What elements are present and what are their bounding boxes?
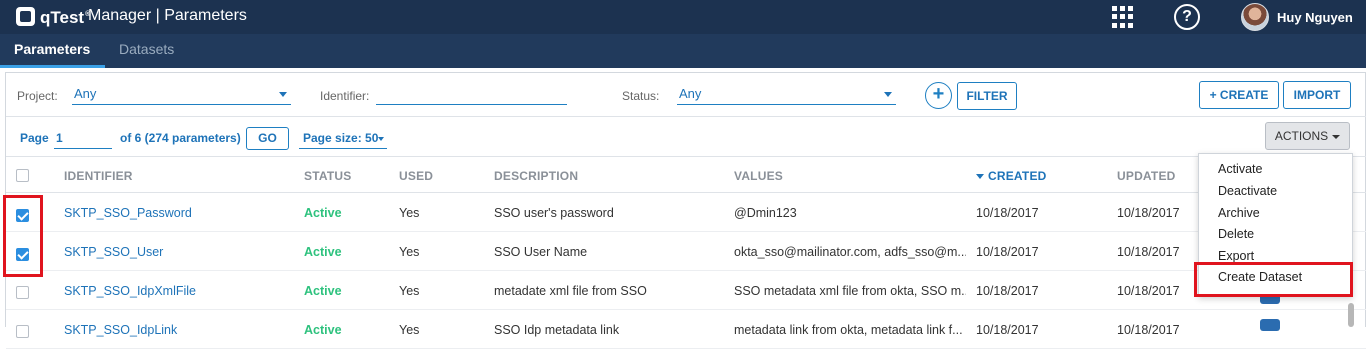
vertical-scrollbar[interactable]: [1348, 303, 1354, 327]
page-label: Page: [20, 131, 49, 145]
created-date: 10/18/2017: [976, 284, 1039, 298]
values-text: @Dmin123: [734, 206, 797, 220]
column-used[interactable]: USED: [399, 169, 433, 183]
user-name[interactable]: Huy Nguyen: [1277, 10, 1353, 25]
status-text: Active: [304, 284, 342, 298]
help-icon[interactable]: ?: [1174, 4, 1200, 30]
actions-button[interactable]: ACTIONS: [1265, 122, 1350, 150]
table-row[interactable]: SKTP_SSO_User Active Yes SSO User Name o…: [6, 233, 1366, 271]
status-text: Active: [304, 245, 342, 259]
updated-date: 10/18/2017: [1117, 323, 1180, 337]
go-button[interactable]: GO: [246, 127, 289, 150]
select-all-checkbox[interactable]: [16, 169, 29, 182]
page-number-input[interactable]: 1: [54, 129, 112, 149]
status-text: Active: [304, 206, 342, 220]
row-checkbox[interactable]: [16, 286, 29, 299]
filter-bar: Project: Any Identifier: Status: Any + F…: [6, 73, 1366, 117]
values-text: SSO metadata xml file from okta, SSO m..…: [734, 284, 966, 298]
updated-date: 10/18/2017: [1117, 206, 1180, 220]
identifier-link[interactable]: SKTP_SSO_User: [64, 245, 294, 259]
identifier-label: Identifier:: [320, 89, 370, 103]
identifier-link[interactable]: SKTP_SSO_Password: [64, 206, 294, 220]
project-select[interactable]: Any: [72, 85, 291, 105]
column-created[interactable]: CREATED: [976, 169, 1047, 183]
menu-item-deactivate[interactable]: Deactivate: [1218, 184, 1277, 198]
table-row[interactable]: SKTP_SSO_IdpXmlFile Active Yes metadate …: [6, 272, 1366, 310]
created-date: 10/18/2017: [976, 245, 1039, 259]
status-label: Status:: [622, 89, 660, 103]
menu-item-archive[interactable]: Archive: [1218, 206, 1260, 220]
used-text: Yes: [399, 284, 420, 298]
description-text: metadate xml file from SSO: [494, 284, 647, 298]
identifier-link[interactable]: SKTP_SSO_IdpLink: [64, 323, 294, 337]
table-row[interactable]: SKTP_SSO_IdpLink Active Yes SSO Idp meta…: [6, 311, 1366, 349]
tab-parameters[interactable]: Parameters: [0, 34, 105, 68]
sort-desc-icon: [976, 174, 984, 180]
page-count-text: of 6 (274 parameters): [120, 131, 241, 145]
tab-datasets[interactable]: Datasets: [119, 34, 174, 68]
avatar[interactable]: [1241, 3, 1269, 31]
values-text: okta_sso@mailinator.com, adfs_sso@m...: [734, 245, 966, 259]
checkbox-highlight-box: [3, 195, 43, 277]
description-text: SSO user's password: [494, 206, 614, 220]
table-header: IDENTIFIER STATUS USED DESCRIPTION VALUE…: [6, 157, 1366, 193]
parameters-panel: Project: Any Identifier: Status: Any + F…: [5, 72, 1366, 349]
values-text: metadata link from okta, metadata link f…: [734, 323, 963, 337]
brand-name[interactable]: qTest®: [40, 8, 90, 28]
menu-item-activate[interactable]: Activate: [1218, 162, 1262, 176]
qtest-logo-icon[interactable]: [16, 7, 35, 26]
status-text: Active: [304, 323, 342, 337]
paging-bar: Page 1 of 6 (274 parameters) GO Page siz…: [6, 117, 1366, 157]
used-text: Yes: [399, 245, 420, 259]
column-description[interactable]: DESCRIPTION: [494, 169, 578, 183]
chevron-down-icon: [1332, 134, 1341, 139]
column-values[interactable]: VALUES: [734, 169, 783, 183]
top-bar: qTest® Manager | Parameters ? Huy Nguyen: [0, 0, 1366, 34]
row-action-badge[interactable]: [1260, 319, 1280, 331]
chevron-down-icon: [884, 92, 892, 97]
column-identifier[interactable]: IDENTIFIER: [64, 169, 133, 183]
column-updated[interactable]: UPDATED: [1117, 169, 1176, 183]
column-status[interactable]: STATUS: [304, 169, 351, 183]
created-date: 10/18/2017: [976, 206, 1039, 220]
description-text: SSO Idp metadata link: [494, 323, 620, 337]
sub-navigation: Parameters Datasets: [0, 34, 1366, 68]
identifier-link[interactable]: SKTP_SSO_IdpXmlFile: [64, 284, 294, 298]
import-button[interactable]: IMPORT: [1283, 81, 1351, 109]
updated-date: 10/18/2017: [1117, 284, 1180, 298]
created-date: 10/18/2017: [976, 323, 1039, 337]
project-label: Project:: [17, 89, 58, 103]
apps-grid-icon[interactable]: [1112, 6, 1134, 28]
page-size-select[interactable]: Page size: 50: [299, 129, 387, 149]
create-button[interactable]: + CREATE: [1199, 81, 1279, 109]
status-select[interactable]: Any: [677, 85, 896, 105]
used-text: Yes: [399, 323, 420, 337]
filter-button[interactable]: FILTER: [957, 82, 1017, 110]
updated-date: 10/18/2017: [1117, 245, 1180, 259]
menu-item-delete[interactable]: Delete: [1218, 227, 1254, 241]
chevron-down-icon: [378, 137, 384, 141]
chevron-down-icon: [279, 92, 287, 97]
description-text: SSO User Name: [494, 245, 588, 259]
add-filter-icon[interactable]: +: [925, 82, 952, 109]
create-dataset-highlight-box: [1194, 262, 1353, 297]
used-text: Yes: [399, 206, 420, 220]
menu-item-export[interactable]: Export: [1218, 249, 1254, 263]
identifier-input[interactable]: [376, 85, 567, 105]
app-title: Manager | Parameters: [88, 7, 247, 24]
table-row[interactable]: SKTP_SSO_Password Active Yes SSO user's …: [6, 194, 1366, 232]
